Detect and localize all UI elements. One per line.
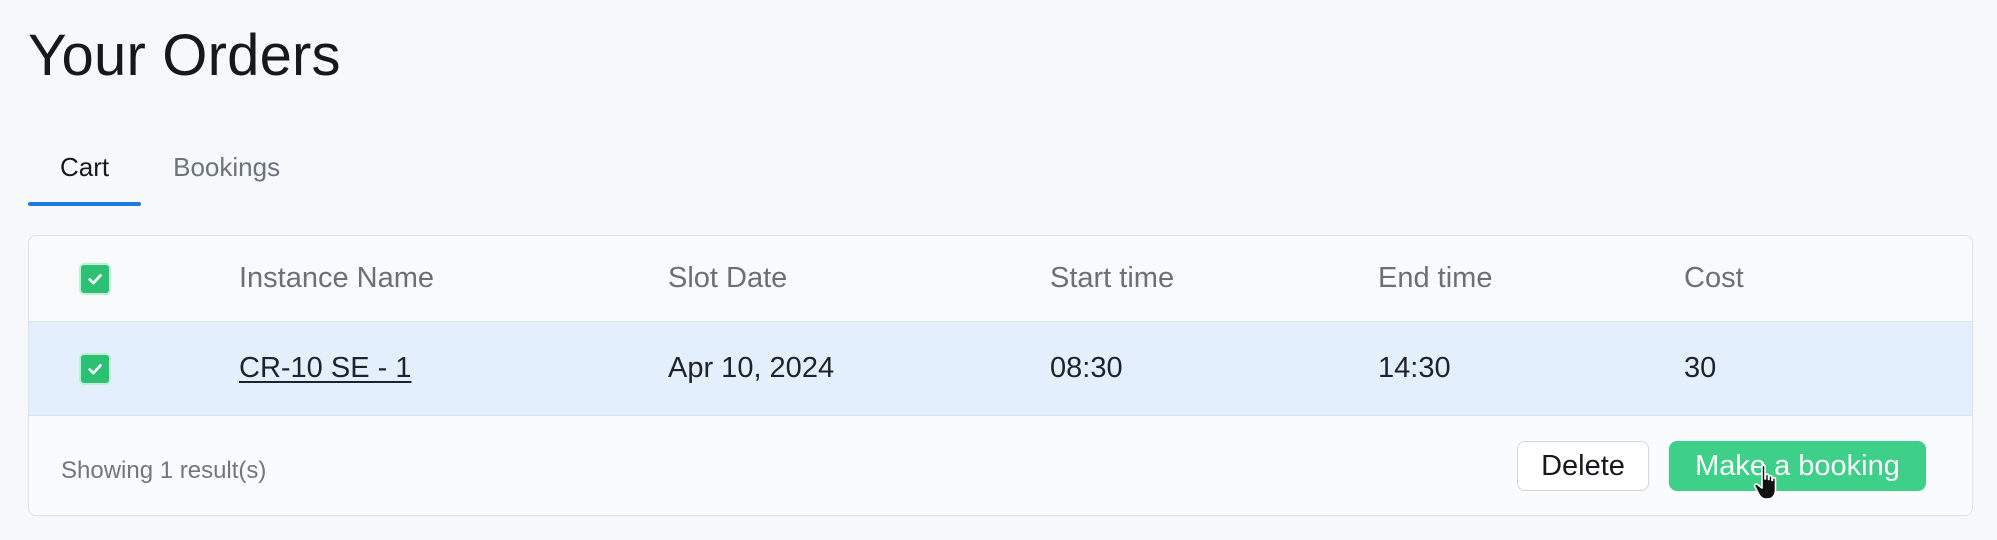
column-header-instance-name[interactable]: Instance Name <box>239 264 434 293</box>
make-booking-button[interactable]: Make a booking <box>1669 441 1926 491</box>
tab-bar: Cart Bookings <box>28 140 312 206</box>
table-row[interactable]: CR-10 SE - 1 Apr 10, 2024 08:30 14:30 30 <box>29 322 1972 416</box>
cost-cell: 30 <box>1684 352 1717 384</box>
tab-cart[interactable]: Cart <box>28 140 142 206</box>
column-header-start-time[interactable]: Start time <box>1050 264 1174 293</box>
cart-table: Instance Name Slot Date Start time End t… <box>28 235 1973 516</box>
column-header-slot-date[interactable]: Slot Date <box>668 264 787 293</box>
instance-name-link[interactable]: CR-10 SE - 1 <box>239 354 411 383</box>
delete-button[interactable]: Delete <box>1517 441 1649 491</box>
slot-date-cell: Apr 10, 2024 <box>668 352 835 384</box>
check-icon <box>88 363 102 374</box>
check-icon <box>88 273 102 284</box>
column-header-cost[interactable]: Cost <box>1684 264 1744 293</box>
page-title: Your Orders <box>28 23 341 88</box>
start-time-cell: 08:30 <box>1050 352 1123 384</box>
table-footer: Showing 1 result(s) Delete Make a bookin… <box>29 417 1972 515</box>
select-all-cell <box>79 262 111 295</box>
row-checkbox[interactable] <box>79 352 111 385</box>
column-header-end-time[interactable]: End time <box>1378 264 1492 293</box>
result-count: Showing 1 result(s) <box>61 457 267 484</box>
orders-page: Your Orders Cart Bookings Instance Name … <box>0 0 1997 540</box>
end-time-cell: 14:30 <box>1378 352 1451 384</box>
table-header-row: Instance Name Slot Date Start time End t… <box>29 236 1972 322</box>
select-all-checkbox[interactable] <box>79 262 111 295</box>
row-select-cell <box>79 352 111 385</box>
tab-bookings[interactable]: Bookings <box>141 140 312 206</box>
